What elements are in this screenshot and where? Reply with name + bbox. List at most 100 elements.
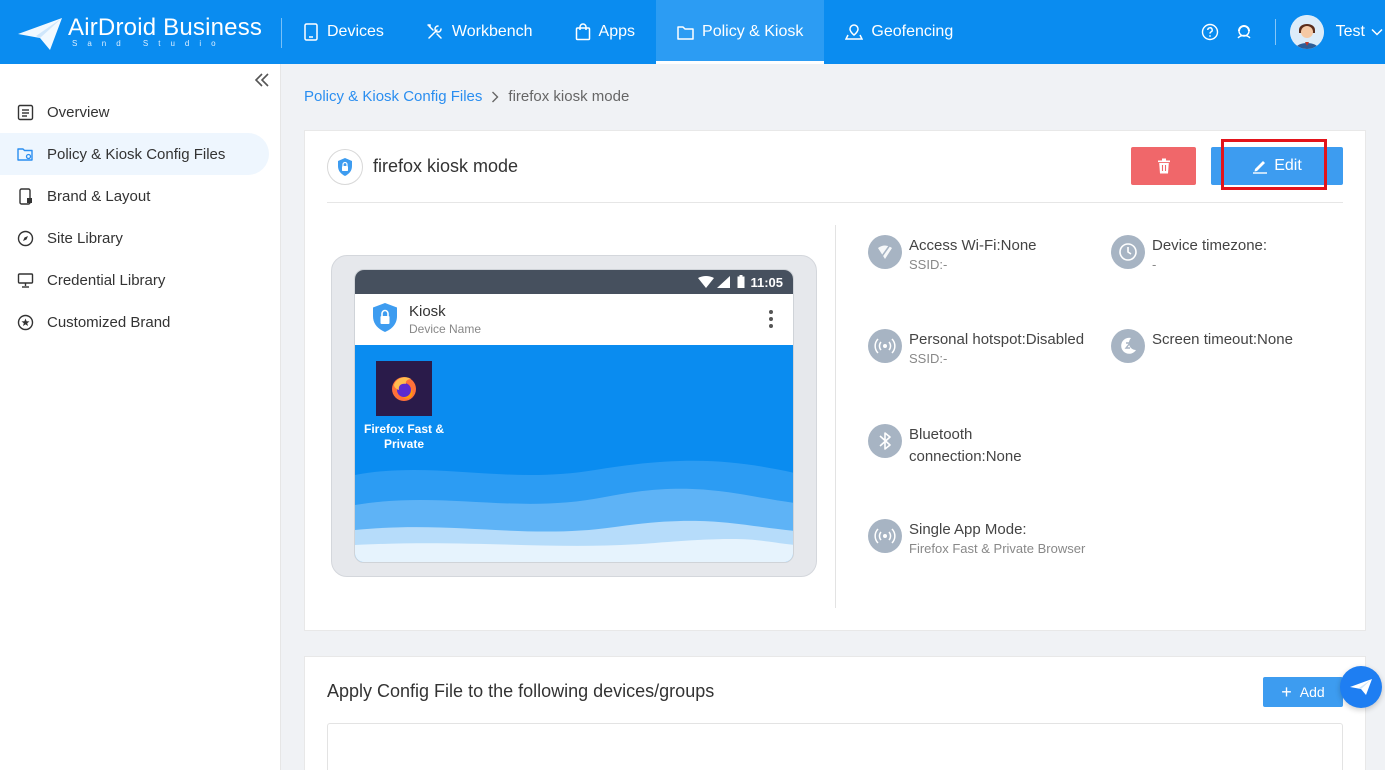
paper-plane-logo-icon [18, 18, 62, 50]
help-icon [1201, 23, 1218, 41]
nav-geofencing[interactable]: Geofencing [824, 0, 974, 64]
kiosk-title: Kiosk [409, 303, 446, 320]
collapse-sidebar-icon[interactable] [252, 70, 272, 90]
paper-plane-icon [1350, 679, 1372, 695]
list-icon [17, 104, 34, 120]
top-right-divider [1274, 19, 1276, 45]
delete-button[interactable] [1131, 147, 1196, 185]
sidebar-list: Overview Policy & Kiosk Config Files Bra… [0, 91, 281, 343]
kiosk-shield-icon [373, 303, 397, 332]
phone-layout-icon [19, 187, 32, 205]
nav-workbench[interactable]: Workbench [405, 0, 554, 64]
moon-setting-icon [1111, 329, 1145, 363]
brand-name: AirDroid Business [68, 14, 263, 41]
device-status-bar: 11:05 [355, 270, 793, 294]
airdroid-logo[interactable]: AirDroid Business Sand Studio [16, 12, 262, 52]
edit-button[interactable]: Edit [1211, 147, 1343, 185]
compass-icon [17, 230, 34, 246]
apply-devices-card: Apply Config File to the following devic… [304, 656, 1366, 770]
sidebar-item-credential-library[interactable]: Credential Library [0, 259, 281, 301]
sidebar-item-label: Overview [47, 103, 110, 121]
nav-apps[interactable]: Apps [554, 0, 656, 64]
sidebar-item-label: Site Library [47, 229, 123, 247]
nav-devices-label: Devices [327, 23, 384, 40]
add-devices-button[interactable]: + Add [1263, 677, 1343, 707]
device-preview-screen: 11:05 Kiosk Device Name Firefox Fast & P… [354, 269, 794, 563]
config-detail-card: firefox kiosk mode Edit 11:05 Kiosk Devi [304, 130, 1366, 631]
main-nav: Devices Workbench Apps Policy & Kiosk Ge… [282, 0, 974, 64]
sidebar-item-policy-kiosk-config-files[interactable]: Policy & Kiosk Config Files [0, 133, 269, 175]
screen-timeout-label: Screen timeout:None [1152, 331, 1293, 348]
more-vertical-icon [769, 310, 773, 331]
timezone-value: - [1152, 257, 1157, 272]
user-avatar[interactable] [1289, 15, 1324, 49]
kiosk-app-bar: Kiosk Device Name [355, 294, 793, 345]
support-button[interactable] [1227, 15, 1261, 49]
config-title: firefox kiosk mode [373, 156, 519, 176]
wifi-setting-icon [868, 235, 902, 269]
single-app-setting-icon [868, 519, 902, 553]
config-header: firefox kiosk mode Edit [327, 147, 1343, 203]
chevron-down-icon[interactable] [1371, 28, 1383, 36]
breadcrumb: Policy & Kiosk Config Files firefox kios… [304, 88, 629, 105]
hotspot-setting-icon [868, 329, 902, 363]
nav-policy-kiosk[interactable]: Policy & Kiosk [656, 0, 825, 64]
tools-icon [427, 24, 442, 39]
support-agent-icon [1237, 25, 1251, 39]
apply-section-title: Apply Config File to the following devic… [327, 681, 715, 701]
kiosk-desktop: Firefox Fast & Private Browser [355, 345, 793, 562]
top-right-tools: Test [1193, 0, 1385, 64]
single-app-setting-label: Single App Mode: [909, 521, 1027, 538]
device-preview-frame: 11:05 Kiosk Device Name Firefox Fast & P… [331, 255, 817, 577]
add-button-label: Add [1299, 684, 1325, 700]
plus-icon: + [1281, 682, 1292, 702]
status-icons [698, 275, 745, 288]
battery-icon [737, 275, 745, 288]
sidebar-item-label: Customized Brand [47, 313, 171, 331]
firefox-app-tile [376, 361, 432, 416]
wifi-ssid: SSID:- [909, 257, 948, 272]
floating-assistant-button[interactable] [1340, 666, 1382, 708]
sidebar-item-site-library[interactable]: Site Library [0, 217, 281, 259]
sidebar-item-customized-brand[interactable]: Customized Brand [0, 301, 281, 343]
folder-settings-icon [17, 147, 33, 161]
status-time: 11:05 [750, 275, 783, 290]
edit-button-label: Edit [1274, 157, 1302, 174]
bag-icon [575, 23, 590, 41]
nav-policy-kiosk-label: Policy & Kiosk [702, 23, 804, 40]
sidebar-item-label: Credential Library [47, 271, 166, 289]
single-app-name: Firefox Fast & Private Browser [909, 541, 1086, 556]
kiosk-device-name: Device Name [409, 322, 482, 336]
firefox-app-label: Firefox Fast & Private Browser [363, 422, 444, 454]
devices-list-box [327, 723, 1343, 770]
nav-devices[interactable]: Devices [282, 0, 405, 64]
sidebar-item-brand-layout[interactable]: Brand & Layout [0, 175, 281, 217]
hotspot-ssid: SSID:- [909, 351, 948, 366]
pencil-icon [1253, 161, 1268, 174]
sidebar-item-label: Policy & Kiosk Config Files [47, 145, 226, 163]
sidebar-item-overview[interactable]: Overview [0, 91, 281, 133]
folder-icon [677, 25, 694, 40]
chevron-right-icon [492, 91, 499, 102]
nav-geofencing-label: Geofencing [871, 23, 954, 40]
help-button[interactable] [1193, 15, 1227, 49]
trash-icon [1157, 158, 1170, 174]
nav-apps-label: Apps [598, 23, 636, 40]
hotspot-setting-label: Personal hotspot:Disabled [909, 331, 1085, 348]
wifi-icon [698, 275, 714, 288]
section-divider [835, 225, 836, 608]
bluetooth-setting-icon [868, 424, 902, 458]
monitor-icon [17, 272, 34, 288]
policy-shield-badge [327, 149, 363, 185]
bluetooth-setting-label: Bluetooth connection:None [909, 426, 1022, 465]
timezone-setting-label: Device timezone: [1152, 237, 1268, 254]
clock-setting-icon [1111, 235, 1145, 269]
firefox-icon [392, 376, 416, 401]
top-navigation-bar: AirDroid Business Sand Studio Devices Wo… [0, 0, 1385, 64]
breadcrumb-parent-link[interactable]: Policy & Kiosk Config Files [304, 88, 482, 105]
breadcrumb-current: firefox kiosk mode [508, 88, 630, 105]
map-pin-icon [845, 24, 864, 40]
wifi-setting-label: Access Wi-Fi:None [909, 237, 1037, 254]
user-name[interactable]: Test [1336, 23, 1365, 41]
user-avatar-icon [1289, 15, 1324, 49]
